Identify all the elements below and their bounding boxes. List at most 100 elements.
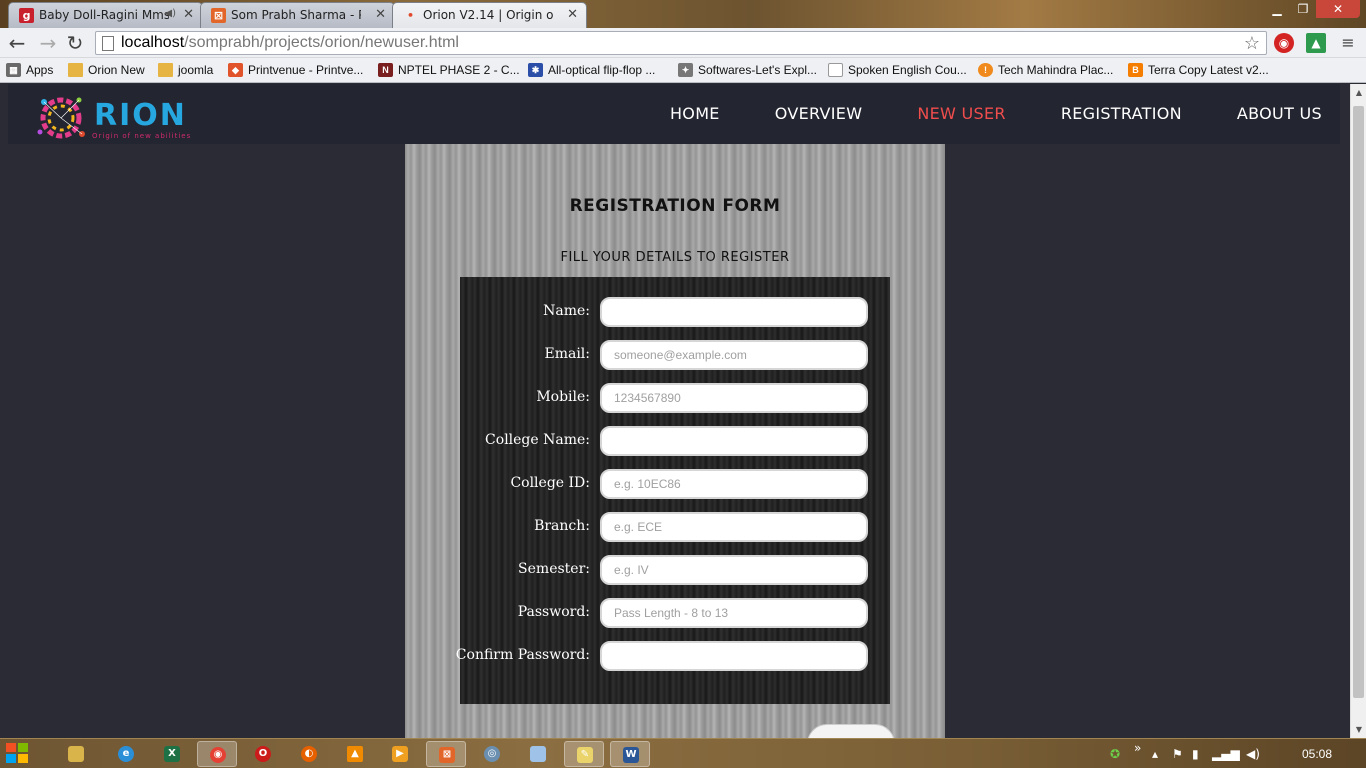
- email-input[interactable]: [600, 340, 868, 370]
- windows-start-icon[interactable]: [6, 743, 30, 765]
- logo-burst-icon: [37, 97, 85, 139]
- page-icon: [102, 36, 114, 51]
- taskbar-excel[interactable]: X: [152, 741, 192, 767]
- bookmark-orion-new[interactable]: Orion New: [68, 62, 145, 79]
- xampp-icon: ⊠: [211, 8, 226, 23]
- opera-icon: O: [255, 746, 271, 762]
- close-tab-icon[interactable]: ✕: [567, 7, 578, 22]
- nptel-icon: N: [378, 63, 393, 77]
- forward-icon[interactable]: →: [36, 31, 60, 55]
- taskbar-chrome[interactable]: ◉: [197, 741, 237, 767]
- tab-title: Som Prabh Sharma - Pers: [231, 8, 361, 22]
- scroll-down-icon[interactable]: ▼: [1354, 725, 1364, 734]
- folder-icon: [158, 63, 173, 77]
- nav-overview[interactable]: OVERVIEW: [775, 104, 863, 123]
- nav-home[interactable]: HOME: [670, 104, 720, 123]
- taskbar-notepad[interactable]: [518, 741, 558, 767]
- form-subtitle: FILL YOUR DETAILS TO REGISTER: [560, 250, 790, 265]
- bookmark-nptel[interactable]: N NPTEL PHASE 2 - C...: [378, 62, 520, 79]
- bookmark-star-icon[interactable]: ☆: [1244, 32, 1260, 54]
- network-icon: ◎: [484, 746, 500, 762]
- taskbar-network[interactable]: ◎: [472, 741, 512, 767]
- bookmark-label: Orion New: [88, 63, 145, 77]
- torrent-icon[interactable]: ✪: [1110, 747, 1120, 761]
- tech-mahindra-icon: !: [978, 63, 993, 77]
- bookmark-tech-mahindra[interactable]: ! Tech Mahindra Plac...: [978, 62, 1113, 79]
- page-scrollbar[interactable]: ▲ ▼: [1350, 84, 1366, 738]
- reload-icon[interactable]: ↻: [63, 31, 87, 55]
- speaker-icon: ◀): [164, 8, 176, 19]
- bookmark-printvenue[interactable]: ◆ Printvenue - Printve...: [228, 62, 363, 79]
- scroll-up-icon[interactable]: ▲: [1354, 88, 1364, 97]
- close-tab-icon[interactable]: ✕: [183, 7, 194, 22]
- battery-icon[interactable]: ▮: [1192, 747, 1199, 761]
- bookmark-joomla[interactable]: joomla: [158, 62, 213, 79]
- college-name-input[interactable]: [600, 426, 868, 456]
- mobile-input[interactable]: [600, 383, 868, 413]
- form-row-mobile: Mobile:: [460, 383, 890, 413]
- taskbar-firefox[interactable]: ◐: [289, 741, 329, 767]
- software-icon: ✦: [678, 63, 693, 77]
- branch-input[interactable]: [600, 512, 868, 542]
- extension-icon[interactable]: ◉: [1274, 33, 1294, 53]
- folder-icon: [68, 63, 83, 77]
- bookmark-label: joomla: [178, 63, 214, 77]
- registration-panel: REGISTRATION FORM FILL YOUR DETAILS TO R…: [405, 144, 945, 738]
- taskbar-explorer[interactable]: [56, 741, 96, 767]
- form-row-confirm-password: Confirm Password:: [456, 641, 890, 671]
- close-window-icon[interactable]: ✕: [1316, 0, 1360, 18]
- nav-about-us[interactable]: ABOUT US: [1237, 104, 1322, 123]
- logo-tagline: Origin of new abilities: [92, 132, 192, 140]
- xampp-icon: ⊠: [439, 747, 455, 763]
- taskbar-vlc[interactable]: ▲: [335, 741, 375, 767]
- taskbar-opera[interactable]: O: [243, 741, 283, 767]
- media-player-icon: ▶: [392, 746, 408, 762]
- bookmark-terra-copy[interactable]: B Terra Copy Latest v2...: [1128, 62, 1269, 79]
- taskbar-clock[interactable]: 05:08: [1302, 747, 1332, 761]
- orion-logo[interactable]: RION Origin of new abilities: [32, 92, 202, 144]
- address-bar[interactable]: localhost/somprabh/projects/orion/newuse…: [95, 31, 1267, 55]
- tab-title: Baby Doll-Ragini Mms: [39, 8, 169, 22]
- signal-icon[interactable]: ▂▄▆: [1212, 747, 1240, 761]
- nav-new-user[interactable]: NEW USER: [917, 104, 1005, 123]
- nav-registration[interactable]: REGISTRATION: [1061, 104, 1182, 123]
- taskbar-paint[interactable]: ✎: [564, 741, 604, 767]
- show-hidden-icons-icon[interactable]: ▴: [1152, 747, 1158, 761]
- back-icon[interactable]: ←: [5, 31, 29, 55]
- taskbar-xampp[interactable]: ⊠: [426, 741, 466, 767]
- bookmark-softwares[interactable]: ✦ Softwares-Let's Expl...: [678, 62, 817, 79]
- browser-tab-1[interactable]: g Baby Doll-Ragini Mms ◀) ✕: [8, 2, 203, 28]
- close-tab-icon[interactable]: ✕: [375, 7, 386, 22]
- college-name-label: College Name:: [485, 432, 590, 448]
- bookmark-spoken-english[interactable]: Spoken English Cou...: [828, 62, 967, 79]
- college-id-input[interactable]: [600, 469, 868, 499]
- bookmark-label: Spoken English Cou...: [848, 63, 967, 77]
- submit-button[interactable]: [807, 724, 895, 738]
- browser-tab-3[interactable]: • Orion V2.14 | Origin of Ne ✕: [392, 2, 587, 28]
- name-input[interactable]: [600, 297, 868, 327]
- password-input[interactable]: [600, 598, 868, 628]
- taskbar-ie[interactable]: e: [106, 741, 146, 767]
- minimize-icon[interactable]: ▁: [1264, 0, 1290, 18]
- folder-icon: [68, 746, 84, 762]
- semester-input[interactable]: [600, 555, 868, 585]
- flag-icon[interactable]: ⚑: [1172, 747, 1183, 761]
- taskbar-media-player[interactable]: ▶: [380, 741, 420, 767]
- menu-icon[interactable]: ≡: [1338, 33, 1358, 53]
- bookmark-label: Tech Mahindra Plac...: [998, 63, 1114, 77]
- form-row-college-name: College Name:: [460, 426, 890, 456]
- bookmark-all-optical[interactable]: ✱ All-optical flip-flop ...: [528, 62, 655, 79]
- confirm-password-input[interactable]: [600, 641, 868, 671]
- bookmark-apps[interactable]: ▦ Apps: [6, 62, 53, 79]
- browser-tabstrip: g Baby Doll-Ragini Mms ◀) ✕ ⊠ Som Prabh …: [0, 0, 1366, 28]
- tray-expand-icon[interactable]: »: [1134, 741, 1141, 755]
- scrollbar-thumb[interactable]: [1353, 106, 1364, 698]
- form-row-name: Name:: [460, 297, 890, 327]
- volume-icon[interactable]: ◀): [1246, 747, 1260, 761]
- system-tray: ✪ » ▴ ⚑ ▮ ▂▄▆ ◀) 05:08: [1086, 739, 1366, 768]
- bookmark-label: Apps: [26, 63, 54, 77]
- maximize-icon[interactable]: ❐: [1290, 0, 1316, 18]
- taskbar-word[interactable]: W: [610, 741, 650, 767]
- browser-tab-2[interactable]: ⊠ Som Prabh Sharma - Pers ✕: [200, 2, 395, 28]
- google-drive-icon[interactable]: ▲: [1306, 33, 1326, 53]
